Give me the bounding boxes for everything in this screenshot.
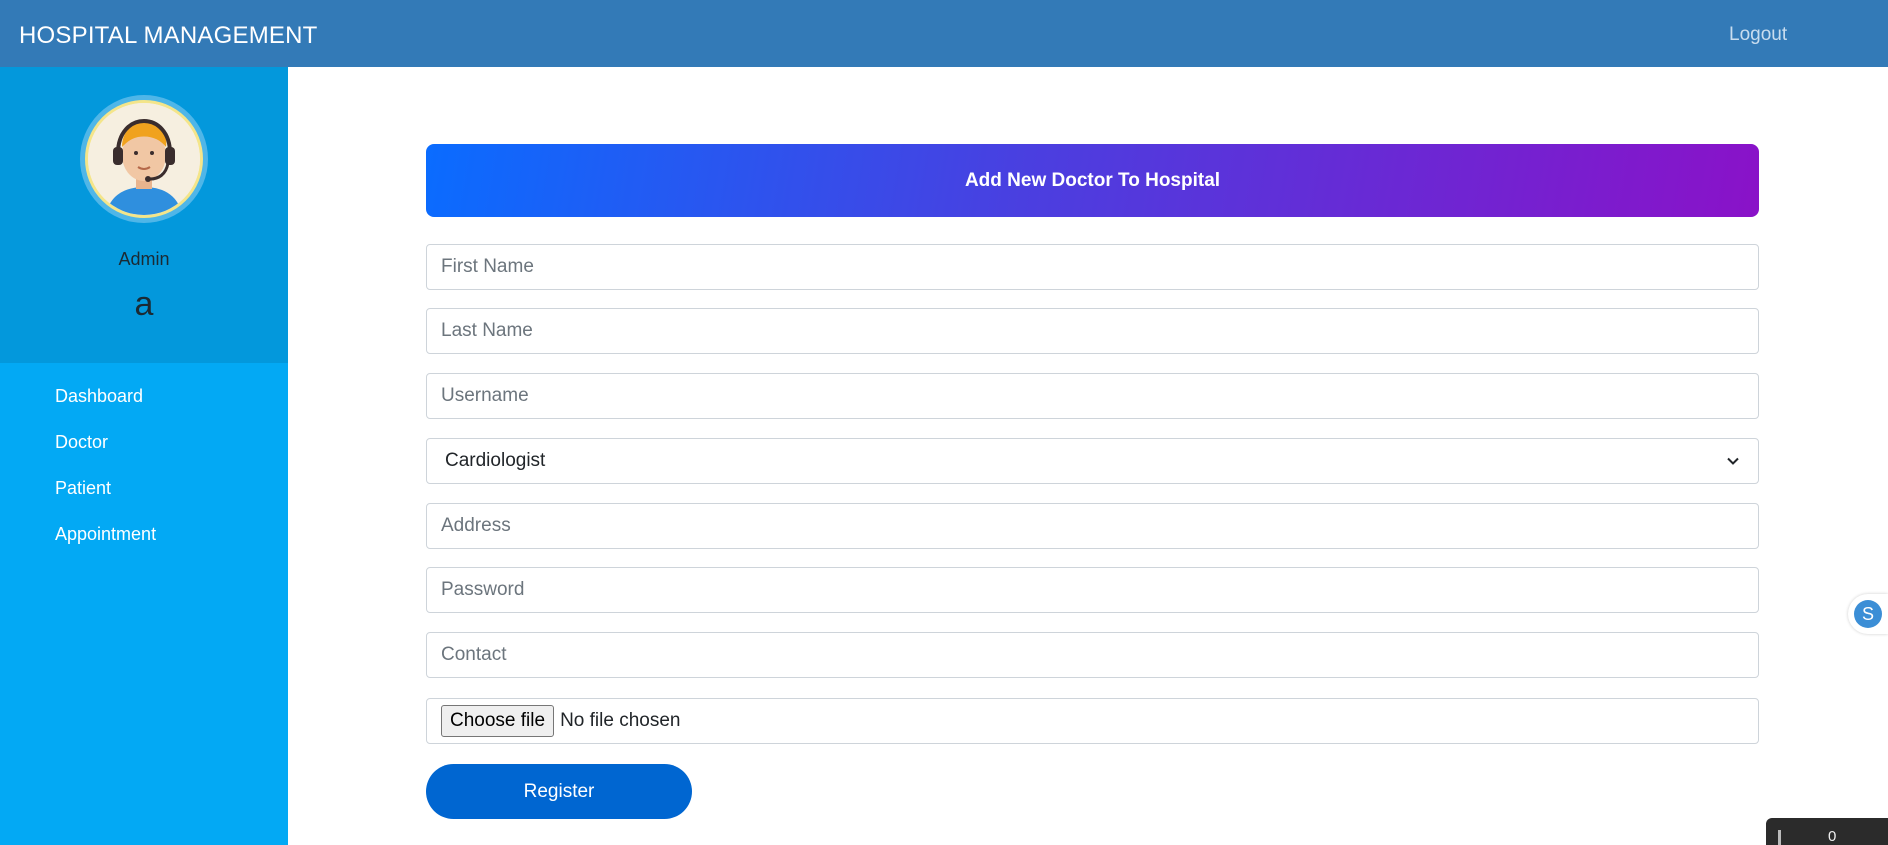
form-title: Add New Doctor To Hospital: [964, 169, 1221, 191]
address-input[interactable]: [426, 503, 1759, 549]
sidebar-nav: Dashboard Doctor Patient Appointment: [55, 385, 156, 569]
photo-file-input: Choose file No file chosen: [426, 698, 1759, 744]
top-navbar: HOSPITAL MANAGEMENT Logout: [0, 0, 1888, 67]
corner-bar: [1778, 830, 1781, 845]
main-content: Add New Doctor To Hospital Cardiologist …: [288, 67, 1888, 845]
brand-title[interactable]: HOSPITAL MANAGEMENT: [19, 22, 318, 50]
contact-input[interactable]: [426, 632, 1759, 678]
sidebar-item-dashboard[interactable]: Dashboard: [55, 385, 156, 431]
file-status-text: No file chosen: [560, 710, 681, 731]
last-name-input[interactable]: [426, 308, 1759, 354]
profile-panel: Admin a: [0, 67, 288, 363]
support-agent-icon: [88, 103, 200, 215]
department-select-value: Cardiologist: [445, 450, 546, 471]
skype-widget[interactable]: S: [1848, 594, 1888, 634]
password-input[interactable]: [426, 567, 1759, 613]
user-role: Admin: [118, 249, 170, 269]
register-button[interactable]: Register: [426, 764, 692, 819]
department-select[interactable]: Cardiologist: [426, 438, 1759, 484]
sidebar-item-doctor[interactable]: Doctor: [55, 431, 156, 477]
corner-widget[interactable]: 0: [1766, 818, 1888, 845]
logout-link[interactable]: Logout: [1729, 24, 1787, 46]
avatar: [80, 95, 208, 223]
avatar-image: [85, 100, 203, 218]
skype-icon: S: [1854, 600, 1882, 628]
chevron-down-icon: [1727, 457, 1739, 465]
choose-file-button[interactable]: Choose file: [441, 705, 555, 737]
sidebar-item-appointment[interactable]: Appointment: [55, 523, 156, 569]
first-name-input[interactable]: [426, 244, 1759, 290]
form-header: Add New Doctor To Hospital: [426, 144, 1759, 217]
corner-widget-text: 0: [1828, 828, 1837, 845]
sidebar-item-patient[interactable]: Patient: [55, 477, 156, 523]
user-name: a: [134, 285, 154, 323]
username-input[interactable]: [426, 373, 1759, 419]
sidebar: Admin a Dashboard Doctor Patient Appoint…: [0, 67, 288, 845]
